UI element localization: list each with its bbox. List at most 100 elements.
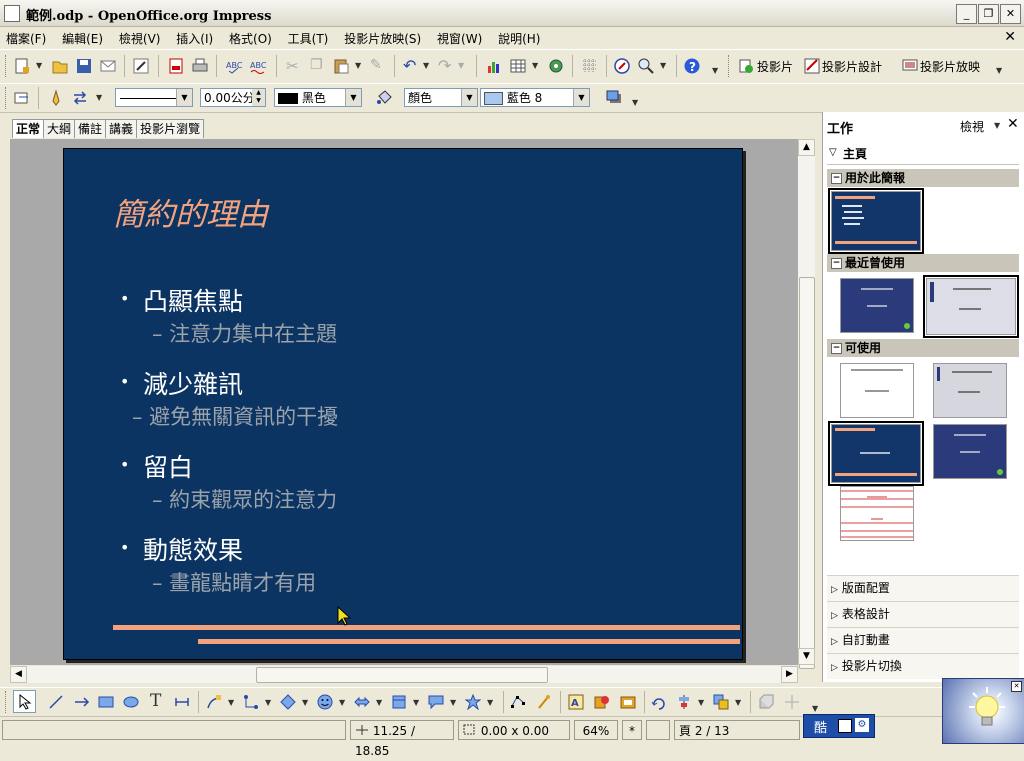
tab-slide-sorter[interactable]: 投影片瀏覽 bbox=[136, 119, 205, 138]
toolbar-options-icon[interactable]: ▼ bbox=[996, 66, 1002, 75]
chevron-down-icon[interactable]: ▼ bbox=[461, 89, 477, 106]
menu-tools[interactable]: 工具(T) bbox=[282, 27, 335, 50]
slide-button[interactable]: 投影片 bbox=[757, 58, 793, 75]
connectors-dropdown-icon[interactable]: ▼ bbox=[265, 698, 271, 707]
vertical-scrollbar[interactable]: ▲ ▼ bbox=[798, 139, 815, 669]
line-icon[interactable] bbox=[48, 90, 64, 106]
menu-slideshow[interactable]: 投影片放映(S) bbox=[338, 27, 427, 50]
export-pdf-icon[interactable] bbox=[168, 58, 184, 74]
menu-format[interactable]: 格式(O) bbox=[223, 27, 278, 50]
email-icon[interactable] bbox=[100, 58, 116, 74]
scroll-thumb[interactable] bbox=[799, 277, 815, 669]
bullet-3[interactable]: 留白 bbox=[143, 448, 193, 484]
restore-button[interactable]: ❐ bbox=[978, 4, 999, 24]
chart-icon[interactable] bbox=[486, 58, 502, 74]
extrusion-icon[interactable] bbox=[758, 694, 774, 710]
gallery-icon[interactable] bbox=[620, 694, 636, 710]
flowchart-dropdown-icon[interactable]: ▼ bbox=[413, 698, 419, 707]
save-icon[interactable] bbox=[76, 58, 92, 74]
zoom-dropdown-icon[interactable]: ▼ bbox=[660, 61, 666, 70]
close-icon[interactable]: ✕ bbox=[1007, 116, 1019, 132]
navigator-icon[interactable] bbox=[548, 58, 564, 74]
section-available[interactable]: − 可使用 bbox=[827, 339, 1019, 357]
new-document-icon[interactable] bbox=[14, 58, 30, 74]
area-color-select[interactable]: 藍色 8 ▼ bbox=[480, 88, 590, 107]
menu-edit[interactable]: 編輯(E) bbox=[56, 27, 109, 50]
toolbar-grip[interactable] bbox=[5, 691, 9, 713]
clone-format-icon[interactable]: ✎ bbox=[370, 57, 382, 73]
toolbar-options-icon[interactable]: ▼ bbox=[812, 704, 818, 713]
block-arrows-icon[interactable] bbox=[354, 694, 370, 710]
alignment-icon[interactable] bbox=[676, 694, 692, 710]
redo-icon[interactable]: ↷ bbox=[438, 56, 451, 75]
stars-icon[interactable] bbox=[465, 694, 481, 710]
slide-design-button[interactable]: 投影片設計 bbox=[822, 58, 882, 75]
bullet-2[interactable]: 減少雜訊 bbox=[143, 365, 243, 401]
line-width-field[interactable]: 0.00公分 ▲ ▼ bbox=[200, 88, 266, 107]
close-document-icon[interactable]: ✕ bbox=[1004, 29, 1016, 45]
master-thumbnail[interactable] bbox=[933, 363, 1007, 418]
callouts-icon[interactable] bbox=[428, 694, 444, 710]
connector-tool-icon[interactable] bbox=[174, 694, 190, 710]
ellipse-tool-icon[interactable] bbox=[123, 694, 139, 710]
toolbar-grip[interactable] bbox=[5, 87, 9, 109]
master-thumbnail[interactable] bbox=[828, 421, 924, 486]
line-style-select[interactable]: ▼ bbox=[115, 88, 193, 107]
line-color-select[interactable]: 黑色 ▼ bbox=[274, 88, 362, 107]
fontwork-icon[interactable]: A bbox=[568, 694, 584, 710]
area-style-select[interactable]: 顏色 ▼ bbox=[404, 88, 478, 107]
slide-icon[interactable] bbox=[738, 58, 754, 74]
minimize-button[interactable]: _ bbox=[956, 4, 977, 24]
collapse-icon[interactable]: − bbox=[831, 343, 842, 354]
text-tool-icon[interactable]: T bbox=[150, 691, 161, 711]
horizontal-scrollbar[interactable]: ◀ ▶ bbox=[10, 666, 798, 683]
close-button[interactable]: ✕ bbox=[1000, 4, 1021, 24]
section-recent[interactable]: − 最近曾使用 bbox=[827, 254, 1019, 272]
tab-notes[interactable]: 備註 bbox=[74, 119, 107, 138]
slideshow-icon[interactable] bbox=[902, 58, 918, 74]
basic-shapes-dropdown-icon[interactable]: ▼ bbox=[302, 698, 308, 707]
ime-menu-icon[interactable]: ⚙ bbox=[855, 718, 869, 732]
undo-icon[interactable]: ↶ bbox=[403, 56, 416, 75]
basic-shapes-icon[interactable] bbox=[280, 694, 296, 710]
master-thumbnail[interactable] bbox=[923, 275, 1019, 338]
rotate-icon[interactable] bbox=[651, 694, 667, 710]
accordion-table-design[interactable]: ▷ 表格設計 bbox=[827, 601, 1019, 627]
spellcheck-icon[interactable]: ABC bbox=[226, 58, 242, 74]
stars-dropdown-icon[interactable]: ▼ bbox=[487, 698, 493, 707]
menu-window[interactable]: 視窗(W) bbox=[431, 27, 488, 50]
cut-icon[interactable]: ✂ bbox=[286, 57, 299, 75]
from-file-icon[interactable] bbox=[594, 694, 610, 710]
arrow-style-dropdown-icon[interactable]: ▼ bbox=[96, 93, 102, 102]
zoom-icon[interactable] bbox=[638, 58, 654, 74]
toolbar-options-icon[interactable]: ▼ bbox=[712, 66, 718, 75]
rectangle-tool-icon[interactable] bbox=[98, 694, 114, 710]
autospellcheck-icon[interactable]: ABC bbox=[250, 58, 266, 74]
table-dropdown-icon[interactable]: ▼ bbox=[532, 61, 538, 70]
sub-bullet-4[interactable]: – 畫龍點睛才有用 bbox=[152, 567, 316, 597]
master-thumbnail[interactable] bbox=[840, 363, 914, 418]
status-selection-mode[interactable] bbox=[646, 720, 670, 740]
scroll-right-icon[interactable]: ▶ bbox=[781, 666, 798, 683]
sub-bullet-2[interactable]: – 避免無關資訊的干擾 bbox=[132, 401, 338, 431]
master-thumbnail[interactable] bbox=[828, 188, 924, 254]
arrange-dropdown-icon[interactable]: ▼ bbox=[735, 698, 741, 707]
task-pane-home[interactable]: 主頁 bbox=[843, 145, 867, 162]
flowchart-icon[interactable] bbox=[391, 694, 407, 710]
close-icon[interactable]: ✕ bbox=[1011, 681, 1022, 692]
tab-normal[interactable]: 正常 bbox=[12, 119, 45, 138]
slide-design-icon[interactable] bbox=[804, 58, 820, 74]
ime-shape-icon[interactable] bbox=[838, 719, 852, 733]
chevron-down-icon[interactable]: ▼ bbox=[345, 89, 361, 106]
slideshow-button[interactable]: 投影片放映 bbox=[920, 58, 980, 75]
task-pane-view-menu[interactable]: 檢視 bbox=[960, 118, 984, 135]
symbol-shapes-icon[interactable] bbox=[317, 694, 333, 710]
scroll-left-icon[interactable]: ◀ bbox=[10, 666, 27, 683]
points-icon[interactable] bbox=[510, 694, 526, 710]
accordion-custom-animation[interactable]: ▷ 自訂動畫 bbox=[827, 627, 1019, 653]
curve-tool-icon[interactable] bbox=[206, 694, 222, 710]
glue-points-icon[interactable] bbox=[536, 694, 552, 710]
sub-bullet-3[interactable]: – 約束觀眾的注意力 bbox=[152, 484, 337, 514]
snap-icon[interactable] bbox=[14, 90, 30, 106]
area-fill-icon[interactable] bbox=[376, 90, 392, 106]
